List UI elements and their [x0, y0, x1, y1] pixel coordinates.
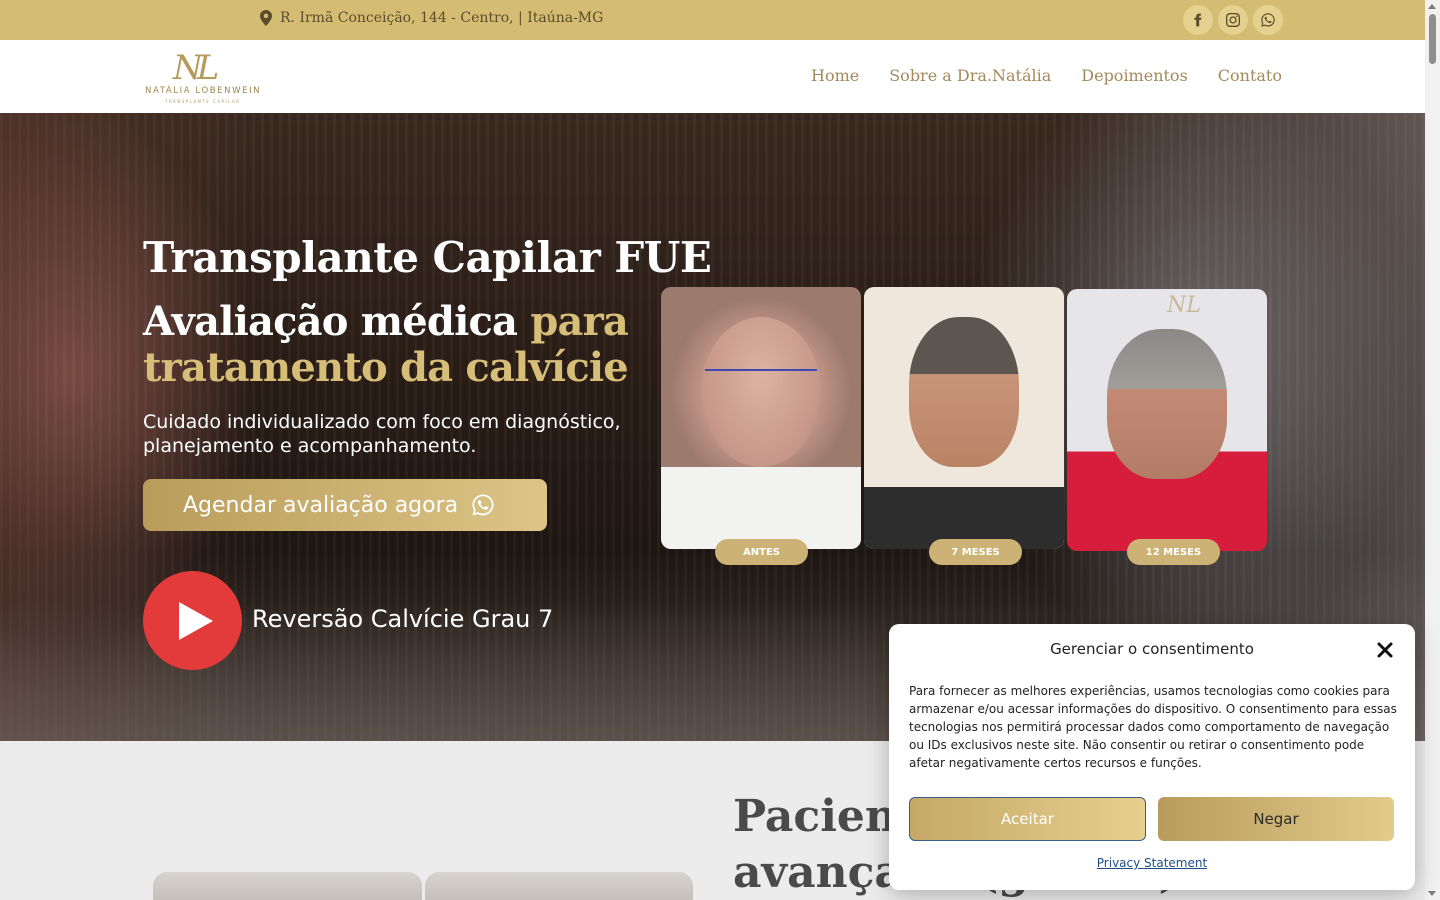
logo-monogram: NL — [173, 48, 219, 88]
consent-modal: Gerenciar o consentimento Para fornecer … — [889, 624, 1415, 890]
hero-lead: Cuidado individualizado com foco em diag… — [143, 411, 621, 457]
photo-detail — [661, 467, 861, 549]
scrollbar[interactable] — [1425, 0, 1440, 900]
whatsapp-icon[interactable] — [1253, 5, 1283, 35]
deny-button[interactable]: Negar — [1158, 797, 1394, 841]
badge-7-months: 7 MESES — [929, 539, 1022, 565]
privacy-statement-link[interactable]: Privacy Statement — [889, 856, 1415, 870]
play-icon — [178, 601, 213, 640]
scroll-up-arrow-icon[interactable] — [1428, 4, 1436, 9]
top-bar: R. Irmã Conceição, 144 - Centro, | Itaún… — [0, 0, 1425, 40]
after-7-months-photo — [864, 287, 1064, 549]
after-12-months-photo: NL — [1067, 289, 1267, 551]
nav-contato[interactable]: Contato — [1218, 66, 1282, 85]
nav-sobre[interactable]: Sobre a Dra.Natália — [889, 66, 1051, 85]
site-header: NL NATÁLIA LOBENWEIN TRANSPLANTE CAPILAR… — [0, 40, 1425, 113]
scrollbar-thumb[interactable] — [1429, 14, 1436, 64]
logo-subtitle: TRANSPLANTE CAPILAR — [165, 99, 241, 104]
schedule-button-label: Agendar avaliação agora — [183, 492, 459, 518]
play-video-button[interactable] — [143, 571, 242, 670]
facebook-icon[interactable] — [1183, 5, 1213, 35]
address-text: R. Irmã Conceição, 144 - Centro, | Itaún… — [280, 10, 604, 26]
scroll-down-arrow-icon[interactable] — [1428, 891, 1436, 896]
patient-image — [425, 872, 693, 900]
address: R. Irmã Conceição, 144 - Centro, | Itaún… — [260, 10, 603, 26]
location-pin-icon — [260, 10, 272, 26]
badge-before: ANTES — [715, 539, 808, 565]
consent-title: Gerenciar o consentimento — [1050, 640, 1254, 658]
badge-12-months: 12 MESES — [1127, 539, 1220, 565]
before-photo — [661, 287, 861, 549]
hero-subtitle-white: Avaliação médica — [143, 298, 531, 345]
patient-image — [153, 872, 422, 900]
close-icon[interactable] — [1375, 640, 1395, 660]
hero-subtitle: Avaliação médica para tratamento da calv… — [143, 299, 663, 391]
photo-watermark: NL — [1167, 293, 1201, 318]
social-links — [1183, 5, 1283, 35]
logo-name: NATÁLIA LOBENWEIN — [145, 86, 262, 96]
photo-detail — [909, 317, 1019, 467]
photo-detail — [1107, 329, 1227, 479]
accept-button[interactable]: Aceitar — [909, 797, 1146, 841]
nav-depoimentos[interactable]: Depoimentos — [1081, 66, 1188, 85]
consent-text: Para fornecer as melhores experiências, … — [909, 684, 1397, 770]
schedule-button[interactable]: Agendar avaliação agora — [143, 479, 547, 531]
nav-home[interactable]: Home — [811, 66, 859, 85]
video-label: Reversão Calvície Grau 7 — [252, 605, 554, 633]
whatsapp-icon — [472, 494, 494, 516]
main-nav: Home Sobre a Dra.Natália Depoimentos Con… — [811, 66, 1282, 85]
photo-detail — [705, 369, 817, 403]
instagram-icon[interactable] — [1218, 5, 1248, 35]
hero-title: Transplante Capilar FUE — [143, 233, 712, 282]
logo[interactable]: NL NATÁLIA LOBENWEIN TRANSPLANTE CAPILAR — [145, 48, 260, 106]
